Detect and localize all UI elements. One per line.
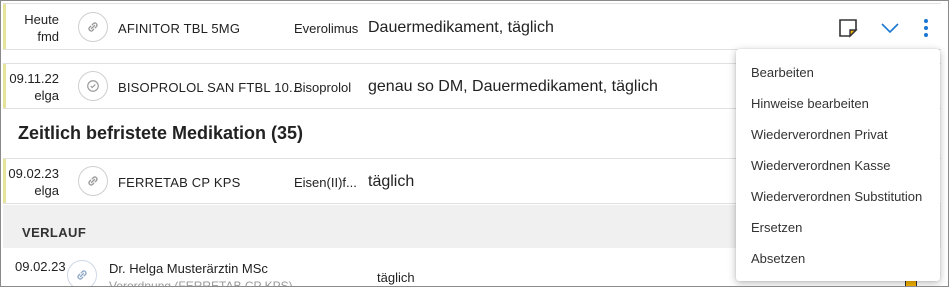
history-dosage: täglich [377,270,415,285]
row-date: 09.11.22 elga [9,71,59,103]
more-vertical-icon[interactable] [919,17,933,39]
menu-item-bearbeiten[interactable]: Bearbeiten [736,57,940,88]
menu-item-wiederverordnen-kasse[interactable]: Wiederverordnen Kasse [736,150,940,181]
dosage: genau so DM, Dauermedikament, täglich [368,78,658,95]
history-label: VERLAUF [22,225,87,240]
history-date: 09.02.23 [15,259,66,274]
dosage: Dauermedikament, täglich [368,19,554,36]
menu-item-absetzen[interactable]: Absetzen [736,243,940,274]
active-ingredient: Bisoprolol [294,80,352,95]
active-ingredient: Eisen(II)f... [294,175,357,190]
medication-row[interactable]: Heute fmd AFINITOR TBL 5MG Everolimus Dau… [3,3,941,50]
link-icon[interactable] [78,166,108,196]
history-subtitle: Verordnung (FERRETAB CP KPS) [109,279,293,287]
drug-name: FERRETAB CP KPS [118,175,241,190]
section-title: Zeitlich befristete Medikation (35) [18,123,304,143]
row-date: Heute fmd [24,12,59,44]
link-icon[interactable] [78,12,108,42]
chevron-down-icon[interactable] [879,18,901,38]
drug-name: AFINITOR TBL 5MG [118,21,241,36]
context-menu: Bearbeiten Hinweise bearbeiten Wiederver… [736,49,940,281]
menu-item-wiederverordnen-substitution[interactable]: Wiederverordnen Substitution [736,181,940,212]
note-icon[interactable] [837,17,859,39]
history-author: Dr. Helga Musterärztin MSc [109,261,268,276]
menu-item-wiederverordnen-privat[interactable]: Wiederverordnen Privat [736,119,940,150]
menu-item-hinweise-bearbeiten[interactable]: Hinweise bearbeiten [736,88,940,119]
drug-name: BISOPROLOL SAN FTBL 10... [118,80,301,95]
medication-panel: Heute fmd AFINITOR TBL 5MG Everolimus Dau… [0,0,949,287]
menu-item-ersetzen[interactable]: Ersetzen [736,212,940,243]
check-circle-icon[interactable] [78,71,108,101]
active-ingredient: Everolimus [294,21,359,36]
dosage: täglich [368,173,415,190]
link-icon[interactable] [67,260,97,286]
row-date: 09.02.23 elga [8,166,59,198]
